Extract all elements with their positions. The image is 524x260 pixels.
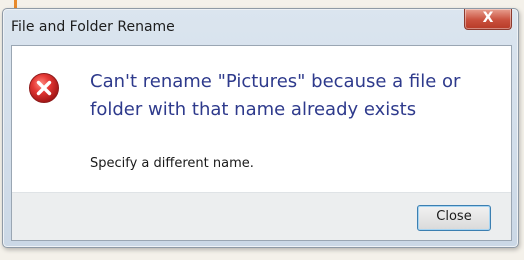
title-bar[interactable]: File and Folder Rename X [3,9,518,45]
main-instruction: Can't rename "Pictures" because a file o… [90,71,461,120]
button-bar: Close [12,192,511,240]
error-icon [29,73,59,103]
close-button[interactable]: Close [417,205,491,231]
screenshot: File and Folder Rename X Can't rename "P… [0,0,524,260]
dialog-client-area: Can't rename "Pictures" because a file o… [11,45,512,241]
title-close-button[interactable]: X [464,9,512,30]
rename-error-dialog: File and Folder Rename X Can't rename "P… [2,8,519,248]
window-title: File and Folder Rename [11,19,175,35]
message-area: Can't rename "Pictures" because a file o… [12,46,511,192]
instruction-detail: Specify a different name. [90,156,254,171]
close-icon: X [482,10,494,26]
